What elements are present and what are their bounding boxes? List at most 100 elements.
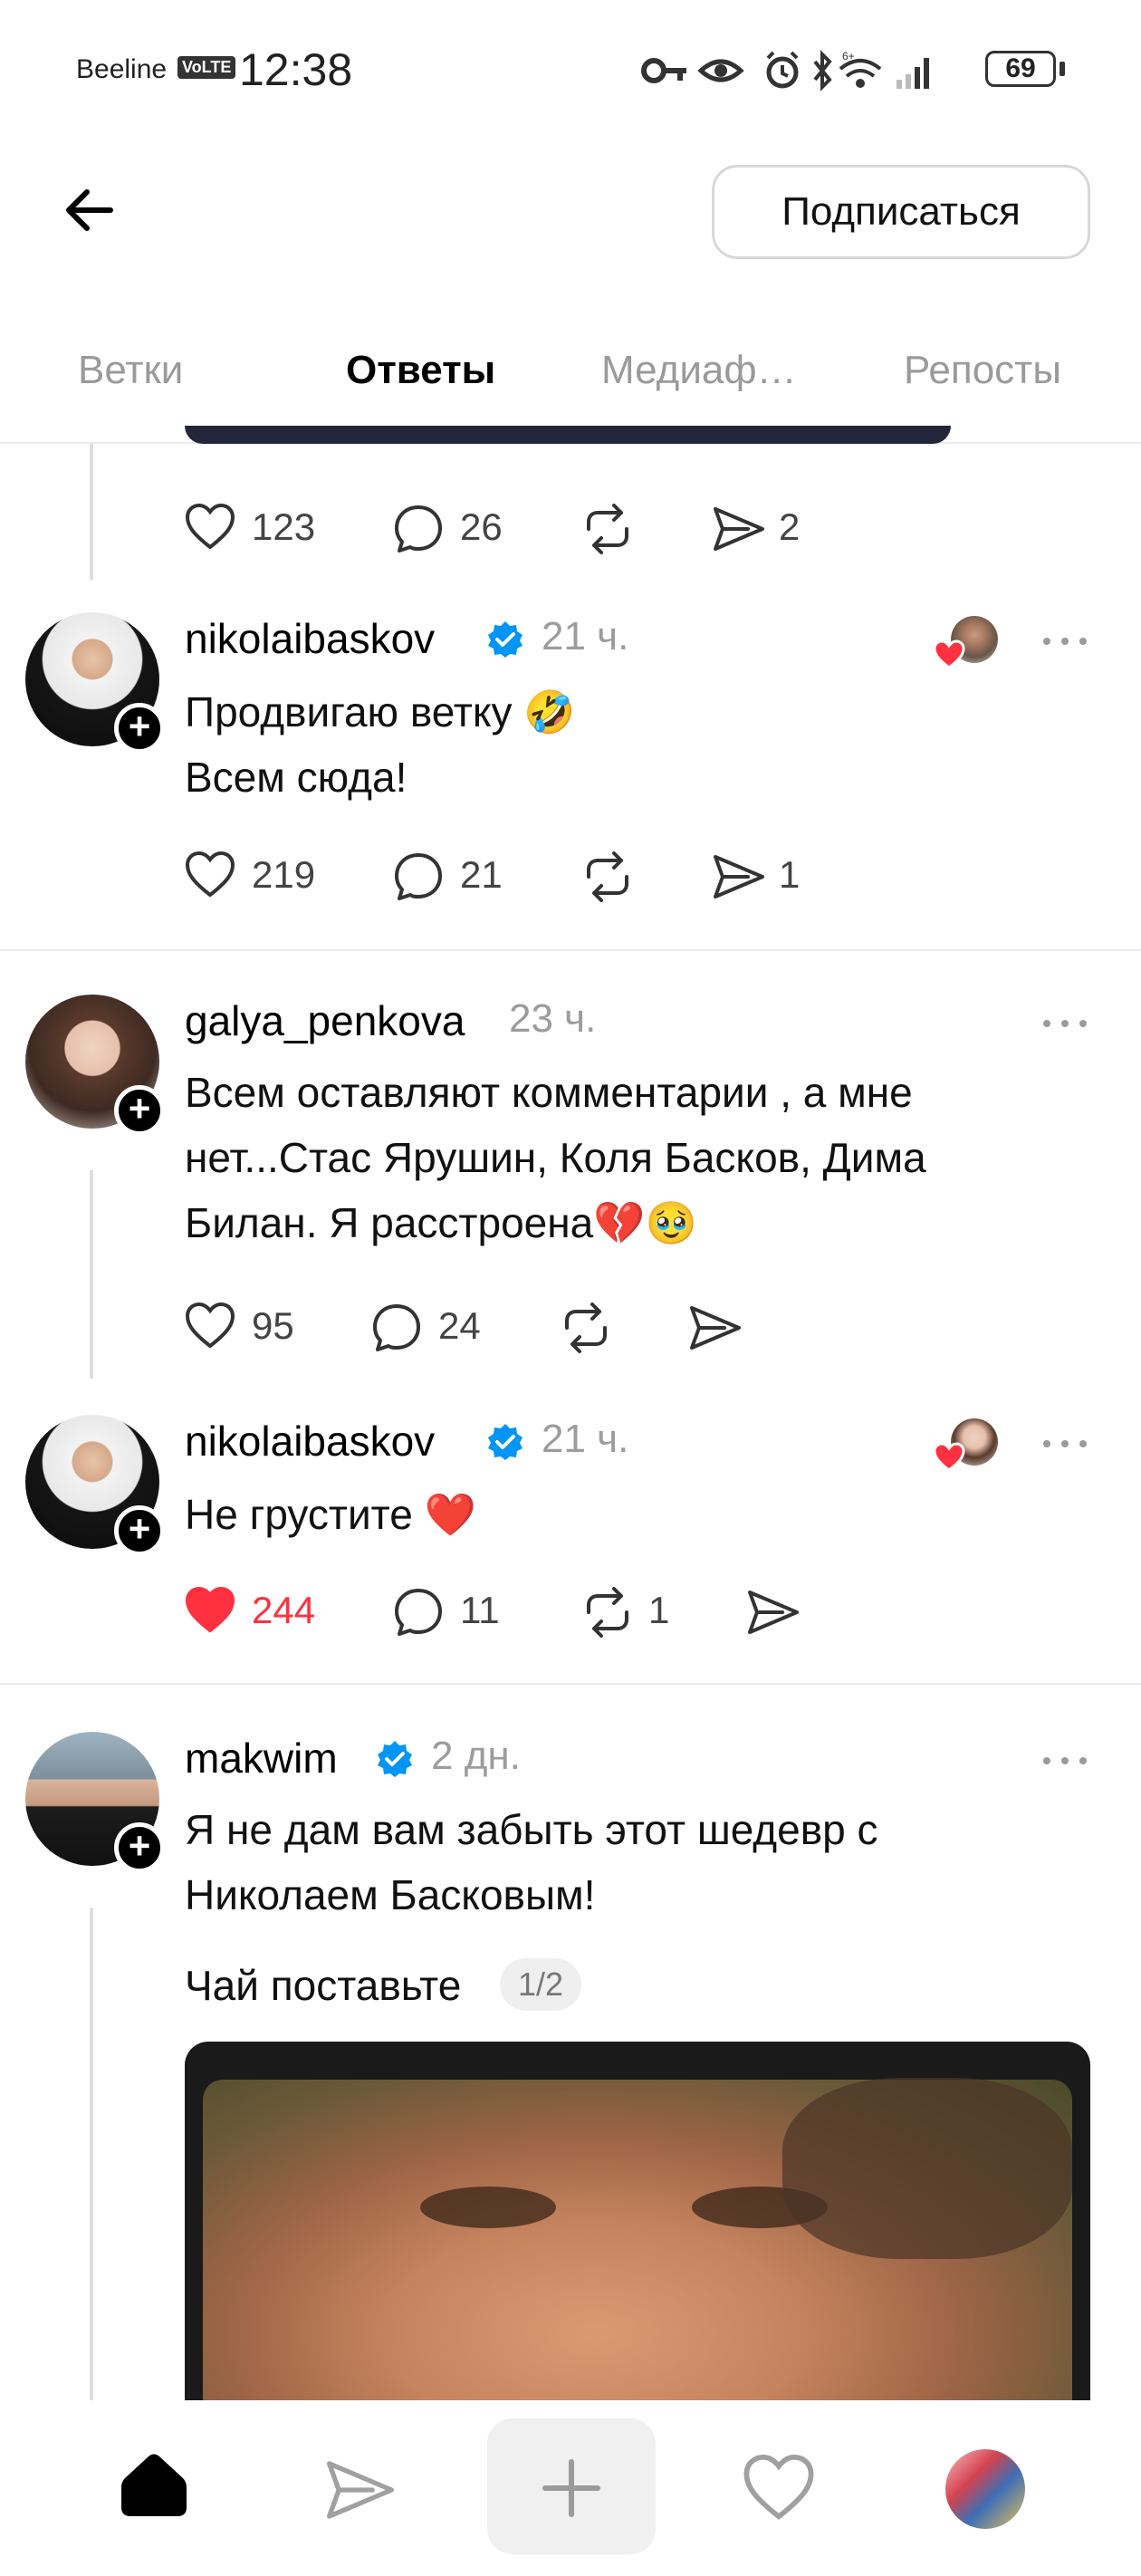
post-divider <box>0 949 1141 951</box>
status-clock: 12:38 <box>239 44 353 95</box>
eye-icon <box>697 59 744 82</box>
post-text: Я не дам вам забыть этот шедевр с Никола… <box>185 1806 878 1918</box>
like-count: 95 <box>252 1304 294 1347</box>
tab-threads[interactable]: Ветки <box>78 348 183 393</box>
repost-icon <box>587 504 628 554</box>
post-time: 21 ч. <box>542 1417 629 1461</box>
post-text: Не грустите ❤️ <box>185 1491 476 1538</box>
comment-button[interactable]: 21 <box>393 848 529 902</box>
share-count: 2 <box>779 505 801 548</box>
repost-button[interactable] <box>580 848 643 902</box>
volte-badge: VoLTE <box>177 56 236 79</box>
share-button[interactable] <box>688 1299 752 1353</box>
heart-icon[interactable] <box>743 2455 815 2522</box>
more-options-icon[interactable] <box>1041 1752 1096 1770</box>
repost-button[interactable]: 1 <box>580 1583 688 1638</box>
like-count: 244 <box>252 1589 316 1631</box>
post-text: Продвигаю ветку 🤣 Всем сюда! <box>185 688 576 801</box>
tab-replies[interactable]: Ответы <box>346 348 495 393</box>
more-options-icon[interactable] <box>1041 1435 1096 1453</box>
send-icon <box>690 1306 741 1350</box>
comment-count: 24 <box>438 1304 481 1347</box>
thread-line <box>90 1908 93 2400</box>
comment-button[interactable]: 11 <box>393 1583 529 1638</box>
post-username[interactable]: makwim <box>185 1734 338 1783</box>
thread-line <box>90 444 93 580</box>
tab-media[interactable]: Медиаф… <box>601 348 797 393</box>
send-icon[interactable] <box>324 2456 397 2523</box>
like-button[interactable]: 123 <box>185 500 330 554</box>
heart-icon <box>933 639 965 669</box>
previous-media-edge <box>185 426 951 444</box>
svg-text:6+: 6+ <box>842 50 855 62</box>
thread-line <box>90 1170 93 1379</box>
heart-icon <box>185 504 235 550</box>
more-options-icon[interactable] <box>1041 632 1096 650</box>
post-video-thumbnail[interactable] <box>185 2042 1090 2422</box>
like-button[interactable]: 95 <box>185 1299 312 1353</box>
battery-tip <box>1060 62 1065 76</box>
repost-count: 1 <box>648 1589 670 1631</box>
repost-icon <box>587 1587 628 1638</box>
back-arrow-icon[interactable] <box>62 181 120 239</box>
post-time: 21 ч. <box>542 614 629 658</box>
post-text: Всем оставляют комментарии , а мне нет..… <box>185 1069 926 1246</box>
share-button[interactable]: 2 <box>712 500 820 554</box>
comment-count: 21 <box>460 853 503 896</box>
post-time: 23 ч. <box>509 996 597 1041</box>
subscribe-button[interactable]: Подписаться <box>712 165 1090 259</box>
send-icon <box>714 855 764 899</box>
more-options-icon[interactable] <box>1041 1014 1096 1033</box>
post-username[interactable]: galya_penkova <box>185 996 465 1045</box>
comment-bubble-icon <box>373 1304 420 1351</box>
verified-badge-icon <box>488 1424 523 1460</box>
like-button[interactable]: 219 <box>185 848 330 902</box>
follow-plus-icon[interactable]: + <box>114 1822 165 1873</box>
like-count: 219 <box>252 853 316 896</box>
post-username[interactable]: nikolaibaskov <box>185 614 435 663</box>
like-button[interactable]: 244 <box>185 1583 330 1638</box>
follow-plus-icon[interactable]: + <box>114 703 165 754</box>
heart-filled-icon <box>185 1587 235 1633</box>
repost-icon <box>565 1302 607 1353</box>
share-button[interactable]: 1 <box>712 848 820 902</box>
send-icon <box>748 1591 799 1634</box>
follow-plus-icon[interactable]: + <box>114 1085 165 1136</box>
repost-button[interactable] <box>580 500 643 554</box>
send-icon <box>714 507 764 551</box>
signal-icon <box>896 58 929 89</box>
comment-count: 26 <box>460 505 503 548</box>
post-divider <box>0 1683 1141 1685</box>
comment-bubble-icon <box>395 505 442 553</box>
post-username[interactable]: nikolaibaskov <box>185 1417 435 1466</box>
post-time: 2 дн. <box>431 1734 521 1778</box>
plus-icon <box>542 2459 600 2517</box>
home-icon[interactable] <box>116 2449 192 2520</box>
comment-bubble-icon <box>395 1589 442 1636</box>
bluetooth-icon <box>813 50 832 91</box>
page-indicator: 1/2 <box>500 1958 582 2011</box>
comment-button[interactable]: 26 <box>393 500 529 554</box>
key-icon <box>641 58 686 83</box>
wifi-icon <box>839 59 882 88</box>
verified-badge-icon <box>488 621 523 658</box>
like-count: 123 <box>252 505 316 548</box>
carrier-label: Beeline <box>76 54 168 84</box>
status-bar: Beeline VoLTE 12:38 6+ 69 <box>0 0 1141 136</box>
share-count: 1 <box>779 853 801 896</box>
verified-badge-icon <box>378 1741 412 1777</box>
heart-icon <box>185 1302 235 1349</box>
comment-bubble-icon <box>395 853 442 900</box>
repost-icon <box>587 851 628 902</box>
share-button[interactable] <box>746 1583 810 1638</box>
comment-button[interactable]: 24 <box>371 1299 507 1353</box>
tab-reposts[interactable]: Репосты <box>904 348 1061 393</box>
avatar[interactable] <box>945 2449 1025 2529</box>
heart-icon <box>933 1442 965 1472</box>
battery-indicator: 69 <box>985 51 1056 87</box>
heart-icon <box>185 851 235 898</box>
post-subtext: Чай поставьте <box>185 1962 462 2009</box>
follow-plus-icon[interactable]: + <box>114 1505 165 1556</box>
alarm-icon <box>766 51 799 89</box>
repost-button[interactable] <box>558 1299 621 1353</box>
